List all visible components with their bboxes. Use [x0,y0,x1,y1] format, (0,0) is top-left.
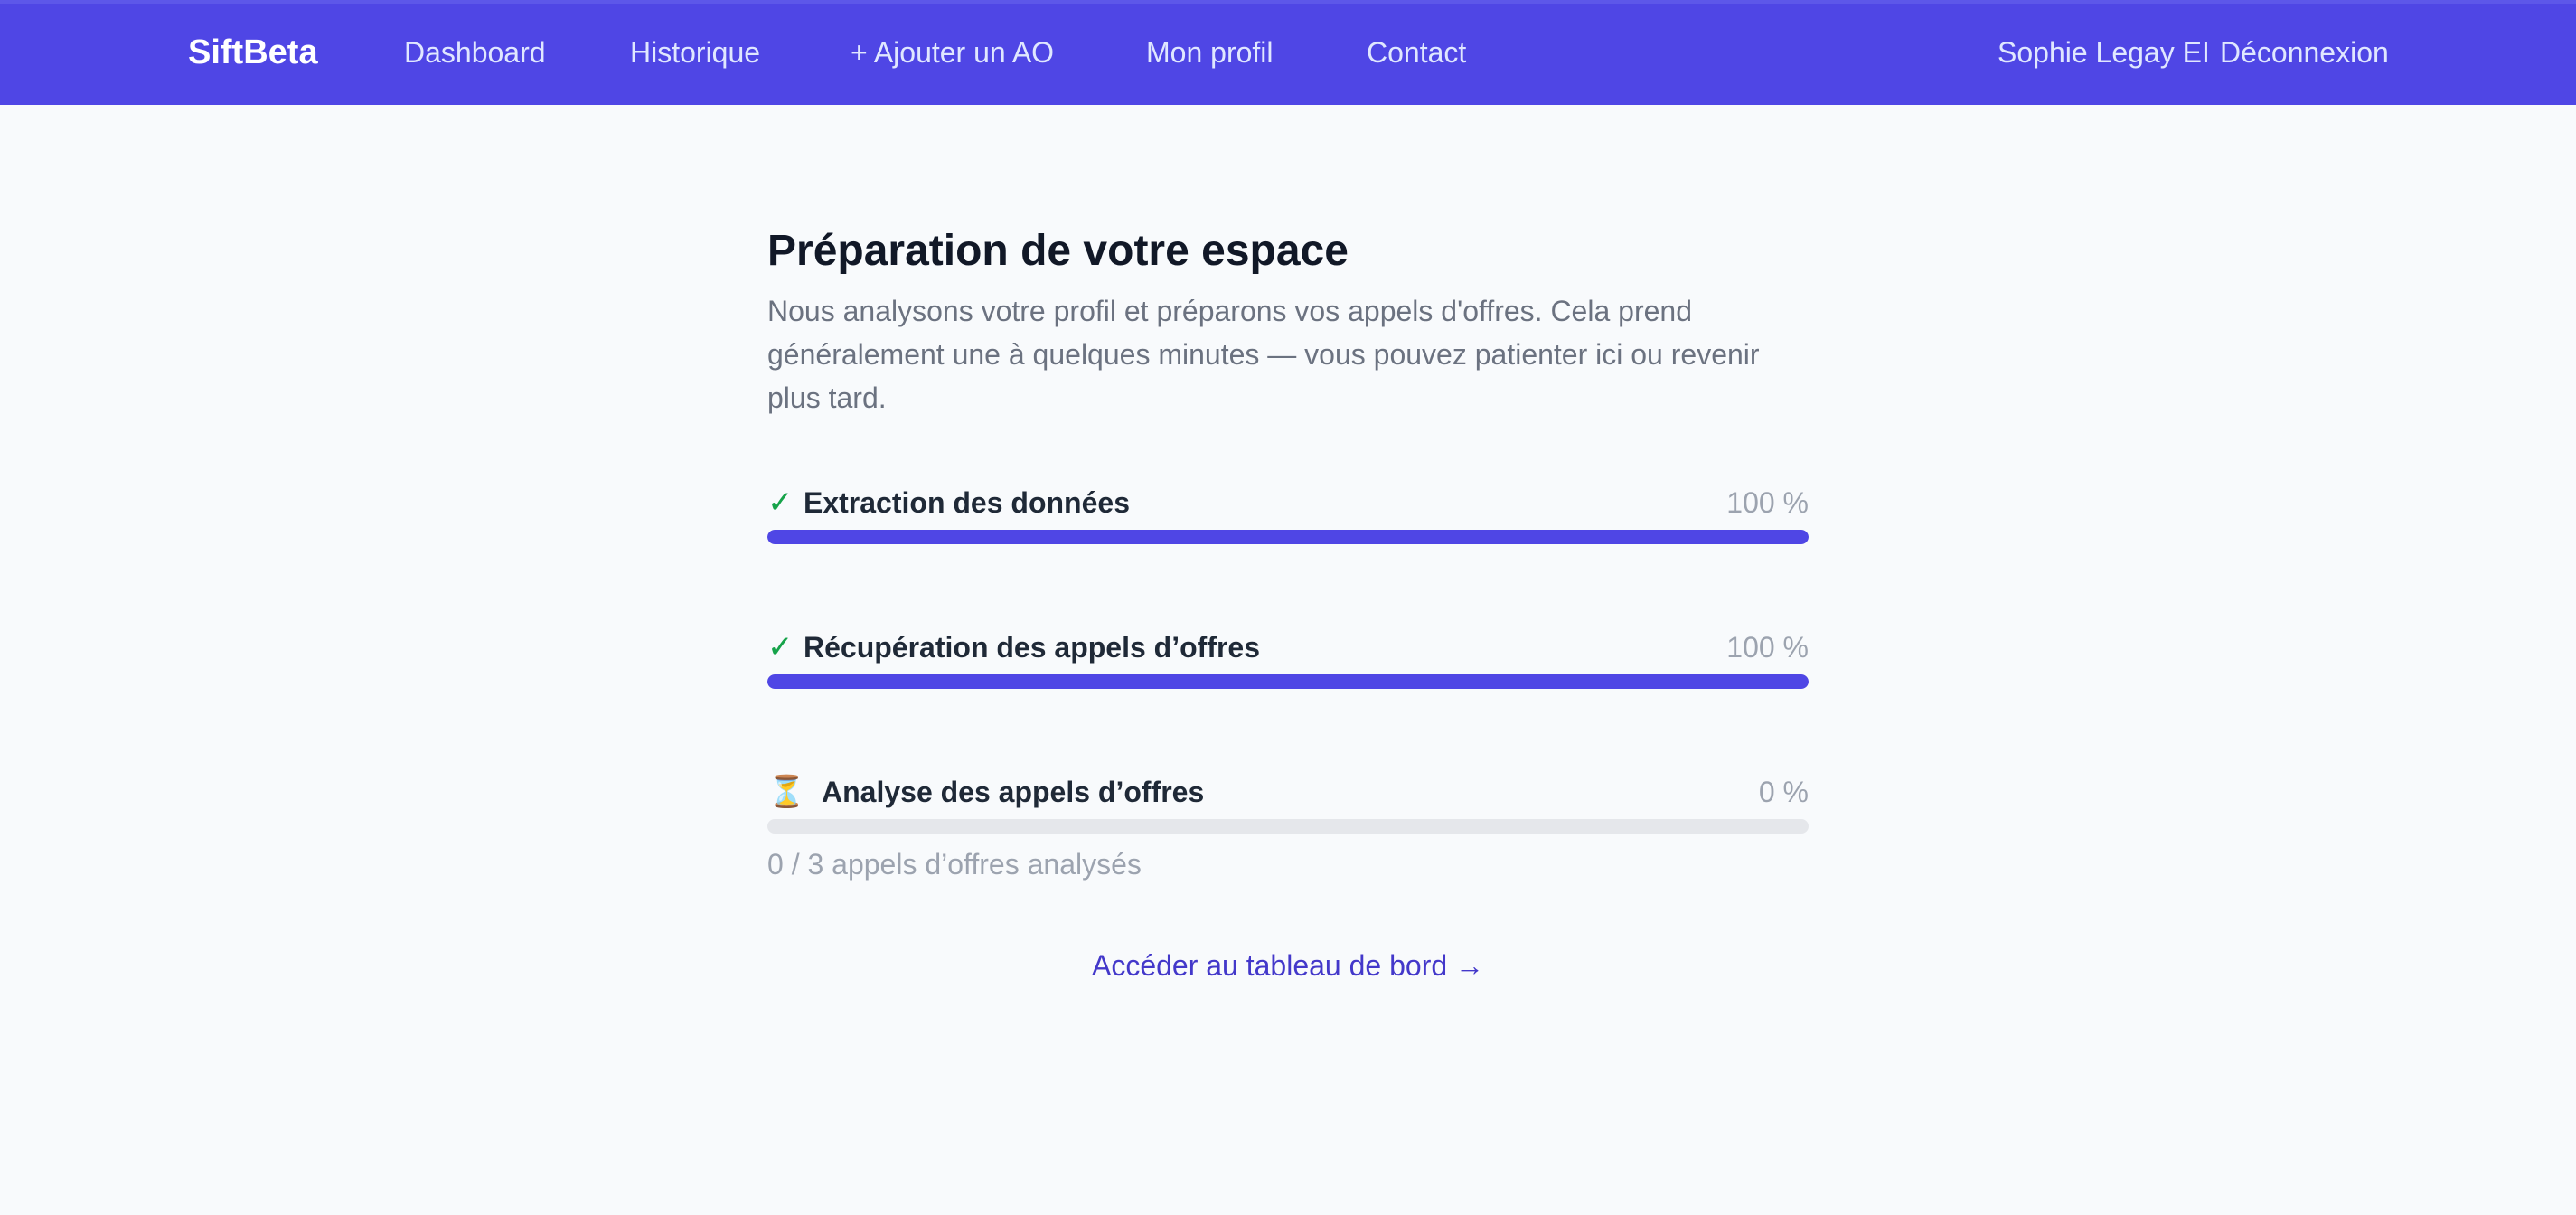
step-header: ⏳ Analyse des appels d’offres 0 % [767,772,1809,812]
step-label: Récupération des appels d’offres [804,631,1261,664]
step-header: ✓ Récupération des appels d’offres 100 % [767,627,1809,667]
step-retrieval: ✓ Récupération des appels d’offres 100 % [767,627,1809,689]
step-percent: 0 % [1758,776,1809,808]
top-navbar: SiftBeta Dashboard Historique + Ajouter … [0,0,2576,105]
page-subtitle: Nous analysons votre profil et préparons… [767,295,1760,414]
check-icon: ✓ [767,485,794,520]
nav-link-contact[interactable]: Contact [1367,29,1466,76]
logout-link[interactable]: Déconnexion [2220,29,2389,76]
nav-link-profile[interactable]: Mon profil [1146,29,1274,76]
step-label: Extraction des données [804,486,1130,519]
page-title: Préparation de votre espace [767,227,1349,275]
analysis-count: 0 / 3 appels d’offres analysés [767,848,1142,881]
dashboard-link[interactable]: Accéder au tableau de bord → [767,946,1809,985]
check-icon: ✓ [767,630,794,664]
step-percent: 100 % [1726,486,1809,519]
user-name: Sophie Legay EI [1998,36,2210,69]
nav-link-add-tender[interactable]: + Ajouter un AO [851,29,1054,76]
progress-track [767,674,1809,689]
progress-track [767,530,1809,544]
hourglass-icon: ⏳ [767,775,806,809]
progress-fill [767,530,1809,544]
step-analysis: ⏳ Analyse des appels d’offres 0 % 0 / 3 … [767,772,1809,881]
main-content: Préparation de votre espace Nous analyso… [767,217,1809,982]
progress-fill [767,674,1809,689]
step-header: ✓ Extraction des données 100 % [767,483,1809,523]
step-label: Analyse des appels d’offres [822,776,1205,808]
nav-link-dashboard[interactable]: Dashboard [404,29,546,76]
brand-logo[interactable]: SiftBeta [188,29,318,76]
nav-link-history[interactable]: Historique [630,29,760,76]
step-extraction: ✓ Extraction des données 100 % [767,483,1809,544]
progress-track [767,819,1809,834]
step-percent: 100 % [1726,631,1809,664]
